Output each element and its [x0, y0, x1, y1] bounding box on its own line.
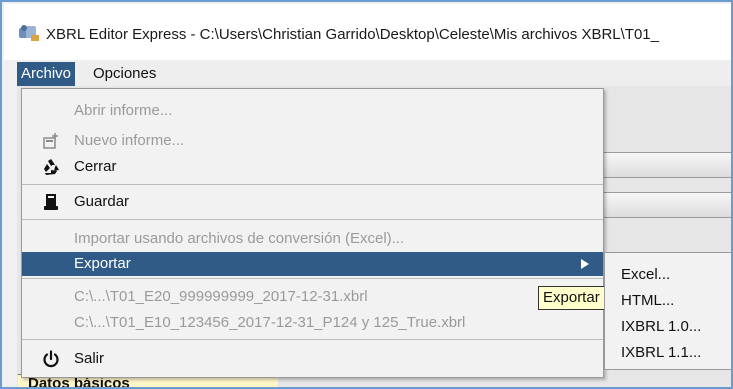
submenu-item-ixbrl-1-1[interactable]: IXBRL 1.1... — [605, 341, 731, 365]
new-document-icon — [42, 132, 60, 150]
export-submenu: Excel... HTML... IXBRL 1.0... IXBRL 1.1.… — [604, 252, 731, 370]
menu-item-salir[interactable]: Salir — [22, 347, 603, 371]
background-tab-bar — [602, 192, 731, 218]
submenu-item-label: HTML... — [621, 292, 675, 309]
archivo-dropdown-menu: Abrir informe... Nuevo informe... Cerrar… — [21, 88, 604, 378]
recycle-icon — [42, 158, 60, 176]
menu-opciones[interactable]: Opciones — [89, 62, 160, 86]
menu-item-importar[interactable]: Importar usando archivos de conversión (… — [22, 227, 603, 251]
submenu-item-label: Excel... — [621, 266, 671, 283]
menu-archivo[interactable]: Archivo — [17, 62, 76, 86]
xbrl-app-icon — [18, 24, 40, 42]
menu-item-label: Cerrar — [74, 158, 117, 175]
save-icon — [42, 193, 60, 211]
app-window: XBRL Editor Express - C:\Users\Christian… — [0, 0, 733, 389]
menu-item-label: Exportar — [74, 255, 131, 272]
menu-bar: Archivo Opciones — [17, 62, 731, 86]
menu-item-label: Importar usando archivos de conversión (… — [74, 230, 405, 247]
menu-item-label: Guardar — [74, 193, 130, 210]
menu-separator — [22, 184, 603, 185]
submenu-item-excel[interactable]: Excel... — [605, 263, 731, 287]
title-bar: XBRL Editor Express - C:\Users\Christian… — [4, 4, 731, 60]
background-tab-bar — [602, 152, 731, 178]
submenu-arrow-icon — [581, 259, 589, 269]
menu-item-label: C:\...\T01_E20_999999999_2017-12-31.xbrl — [74, 288, 368, 305]
menu-item-nuevo-informe[interactable]: Nuevo informe... — [22, 129, 603, 153]
menu-item-label: Nuevo informe... — [74, 132, 185, 149]
submenu-item-label: IXBRL 1.0... — [621, 318, 702, 335]
menu-item-guardar[interactable]: Guardar — [22, 190, 603, 214]
submenu-item-html[interactable]: HTML... — [605, 289, 731, 313]
power-icon — [42, 350, 60, 368]
menu-item-cerrar[interactable]: Cerrar — [22, 155, 603, 179]
menu-item-label: Abrir informe... — [74, 102, 173, 119]
menu-separator — [22, 339, 603, 340]
submenu-item-label: IXBRL 1.1... — [621, 344, 702, 361]
menu-separator — [22, 219, 603, 220]
menu-item-label: Salir — [74, 350, 105, 367]
menu-item-recent-file-2[interactable]: C:\...\T01_E10_123456_2017-12-31_P124 y … — [22, 311, 603, 335]
menu-item-label: C:\...\T01_E10_123456_2017-12-31_P124 y … — [74, 314, 466, 331]
menu-separator — [22, 278, 603, 279]
submenu-item-ixbrl-1-0[interactable]: IXBRL 1.0... — [605, 315, 731, 339]
menu-item-exportar[interactable]: Exportar — [22, 252, 603, 276]
window-title: XBRL Editor Express - C:\Users\Christian… — [46, 26, 659, 43]
menu-item-abrir-informe[interactable]: Abrir informe... — [22, 99, 603, 123]
menu-item-recent-file-1[interactable]: C:\...\T01_E20_999999999_2017-12-31.xbrl — [22, 285, 603, 309]
tooltip: Exportar — [538, 286, 608, 310]
